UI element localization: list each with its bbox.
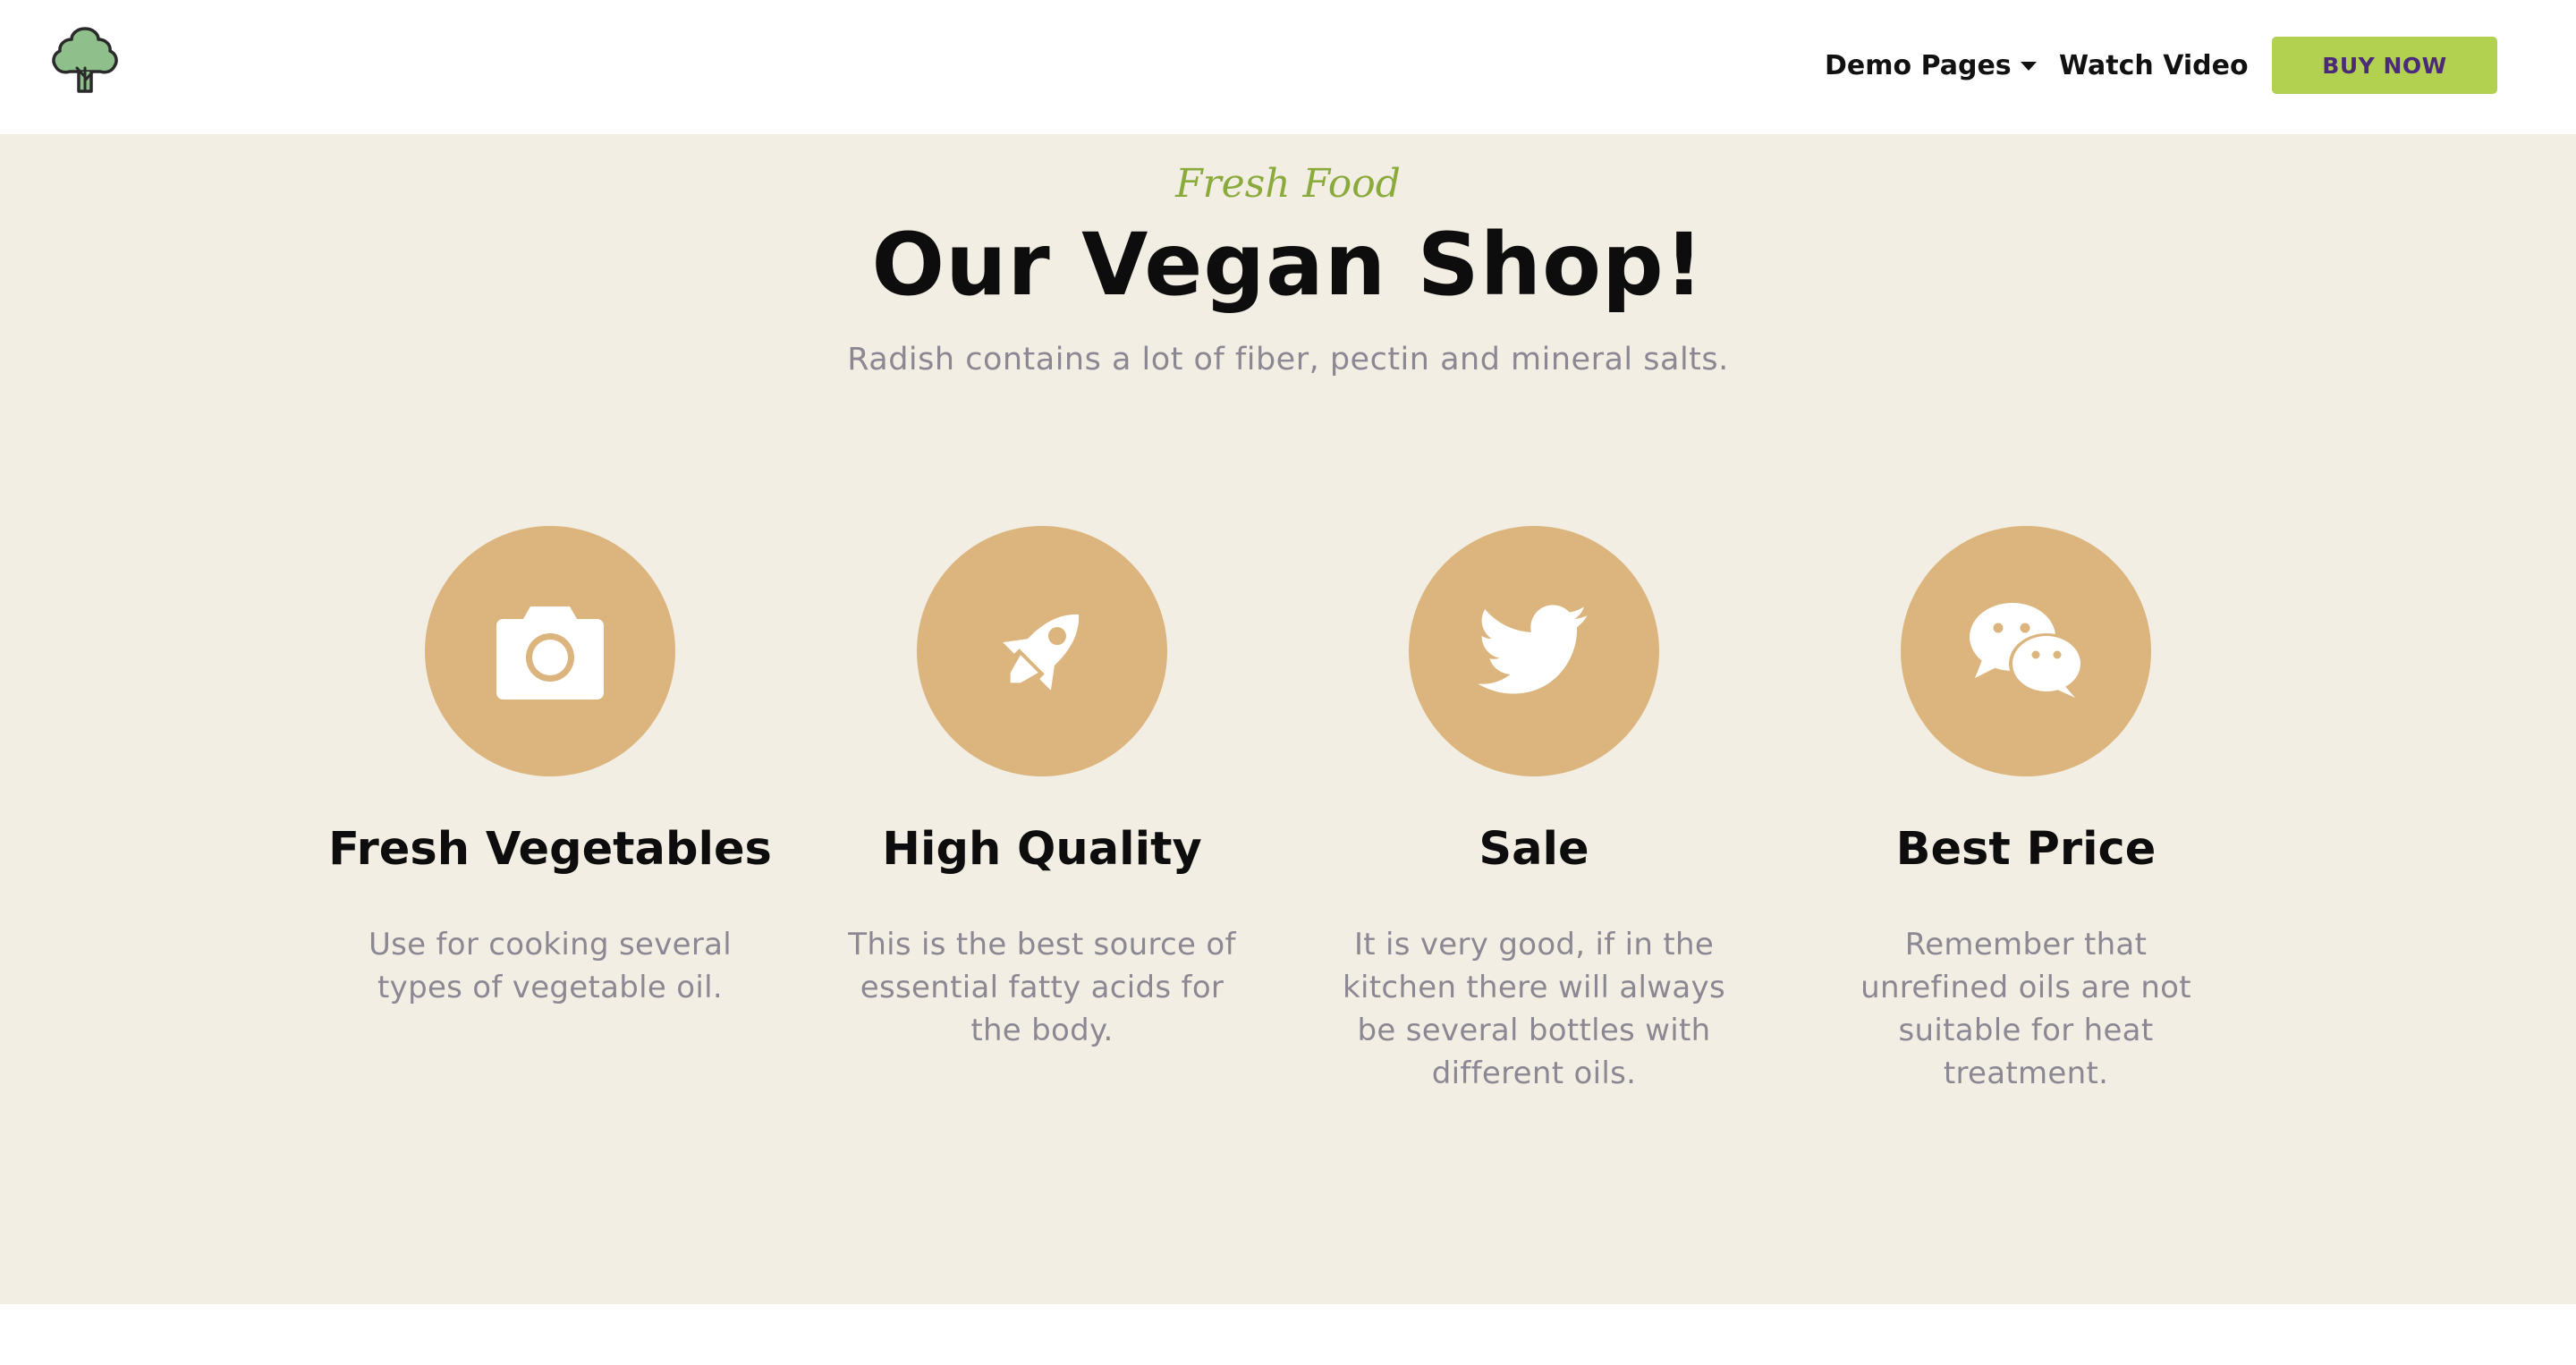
feature-card-sale: Sale It is very good, if in the kitchen … xyxy=(1301,526,1767,1095)
feature-icon-circle xyxy=(425,526,675,776)
nav-watch-video[interactable]: Watch Video xyxy=(2059,36,2249,95)
section-eyebrow: Fresh Food xyxy=(1175,161,1401,207)
camera-icon xyxy=(496,606,604,699)
buy-now-button[interactable]: BUY NOW xyxy=(2272,37,2497,94)
feature-description: It is very good, if in the kitchen there… xyxy=(1343,927,1725,1091)
feature-card-high-quality: High Quality This is the best source of … xyxy=(809,526,1275,1052)
feature-title: Sale xyxy=(1479,823,1589,876)
feature-title: Best Price xyxy=(1895,823,2157,876)
site-header: Demo Pages Watch Video BUY NOW xyxy=(0,0,2576,134)
features-section: Fresh Food Our Vegan Shop! Radish contai… xyxy=(0,134,2576,1304)
feature-description: This is the best source of essential fat… xyxy=(848,927,1236,1048)
broccoli-logo-icon[interactable] xyxy=(47,21,123,98)
feature-card-best-price: Best Price Remember that unrefined oils … xyxy=(1793,526,2258,1095)
caret-down-icon xyxy=(2020,62,2037,71)
page-subtitle: Radish contains a lot of fiber, pectin a… xyxy=(847,342,1729,377)
wechat-icon xyxy=(1970,603,2084,698)
feature-title: Fresh Vegetables xyxy=(328,823,772,876)
feature-description: Remember that unrefined oils are not sui… xyxy=(1860,927,2191,1091)
feature-icon-circle xyxy=(1901,526,2151,776)
twitter-icon xyxy=(1479,605,1588,694)
feature-title: High Quality xyxy=(882,823,1202,876)
nav-demo-pages[interactable]: Demo Pages xyxy=(1825,36,2037,95)
nav-demo-pages-label: Demo Pages xyxy=(1825,49,2012,81)
feature-description: Use for cooking several types of vegetab… xyxy=(368,927,733,1005)
feature-icon-circle xyxy=(1409,526,1659,776)
rocket-icon xyxy=(1003,614,1080,691)
page-title: Our Vegan Shop! xyxy=(871,215,1705,315)
feature-icon-circle xyxy=(917,526,1167,776)
nav-watch-video-label: Watch Video xyxy=(2059,49,2249,81)
feature-card-fresh-vegetables: Fresh Vegetables Use for cooking several… xyxy=(318,526,783,1009)
